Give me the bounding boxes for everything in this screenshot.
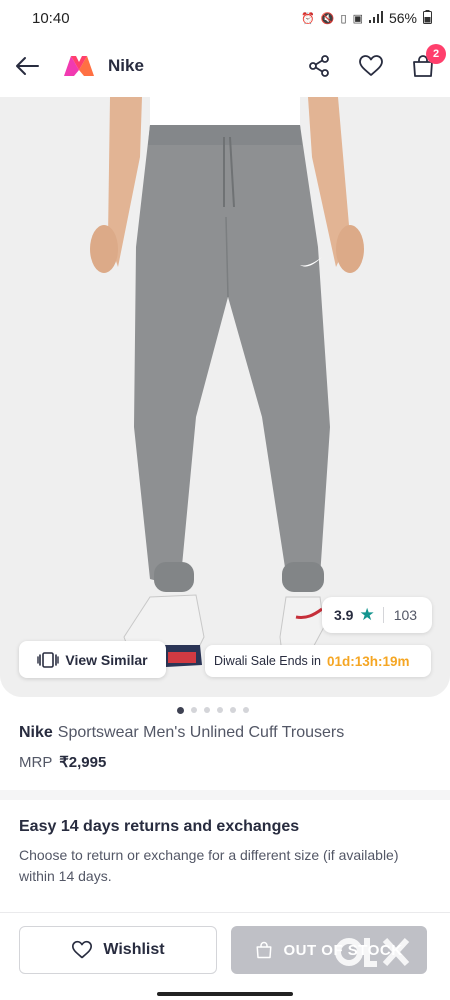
carousel-dot[interactable]: [204, 707, 210, 713]
mute-icon: 🔇: [320, 12, 335, 25]
carousel-dot[interactable]: [191, 707, 197, 713]
myntra-logo[interactable]: [62, 54, 96, 78]
heart-icon: [359, 55, 383, 76]
mrp-value: ₹2,995: [59, 754, 107, 771]
arrow-left-icon: [16, 57, 39, 75]
heart-icon: [72, 940, 93, 959]
rating-value: 3.9: [334, 607, 354, 623]
product-price: MRP ₹2,995: [19, 753, 106, 771]
signal-icon: [368, 10, 383, 26]
carousel-dot[interactable]: [217, 707, 223, 713]
page-title: Nike: [108, 56, 144, 75]
share-button[interactable]: [306, 53, 332, 79]
alarm-icon: ⏰: [301, 12, 315, 25]
rating-pill[interactable]: 3.9 ★ 103: [322, 597, 432, 633]
share-icon: [309, 55, 329, 77]
view-similar-label: View Similar: [65, 651, 148, 668]
carousel-dot[interactable]: [177, 707, 184, 714]
bag-button[interactable]: 2: [410, 44, 446, 79]
bag-count-badge: 2: [426, 44, 446, 64]
sale-label: Diwali Sale Ends in: [214, 654, 321, 668]
bag-icon: [256, 941, 272, 959]
status-time: 10:40: [32, 9, 70, 27]
app-header: Nike 2: [0, 36, 450, 96]
product-name: Sportswear Men's Unlined Cuff Trousers: [57, 724, 345, 741]
back-button[interactable]: [14, 53, 40, 79]
view-similar-icon: [37, 651, 60, 668]
product-brand[interactable]: Nike: [19, 724, 53, 741]
view-similar-button[interactable]: View Similar: [19, 641, 166, 678]
returns-title: Easy 14 days returns and exchanges: [19, 818, 300, 835]
5g-icon: ▣: [352, 12, 363, 25]
battery-icon: [423, 9, 432, 27]
home-indicator: [157, 992, 293, 996]
header-actions: 2: [306, 44, 446, 79]
returns-description: Choose to return or exchange for a diffe…: [19, 847, 399, 884]
mrp-label: MRP: [19, 754, 53, 771]
product-title: Nike Sportswear Men's Unlined Cuff Trouse…: [19, 722, 438, 744]
carousel-dot[interactable]: [243, 707, 249, 713]
wishlist-header-button[interactable]: [358, 53, 384, 79]
wishlist-button[interactable]: Wishlist: [19, 926, 217, 974]
status-bar: 10:40 ⏰ 🔇 ▯ ▣ 56%: [0, 0, 450, 36]
olx-watermark-logo: [335, 937, 410, 967]
star-icon: ★: [359, 605, 375, 624]
wishlist-label: Wishlist: [103, 941, 165, 958]
image-carousel-dots[interactable]: [0, 707, 450, 714]
rating-divider: [382, 607, 384, 623]
carousel-dot[interactable]: [230, 707, 236, 713]
volte-icon: ▯: [340, 12, 347, 25]
sale-countdown-banner: Diwali Sale Ends in 01d:13h:19m: [205, 645, 431, 677]
status-icons: ⏰ 🔇 ▯ ▣ 56%: [301, 9, 432, 27]
sale-timer: 01d:13h:19m: [327, 653, 410, 669]
section-divider: [0, 790, 450, 800]
battery-percent: 56%: [388, 10, 417, 26]
rating-count: 103: [393, 607, 418, 623]
